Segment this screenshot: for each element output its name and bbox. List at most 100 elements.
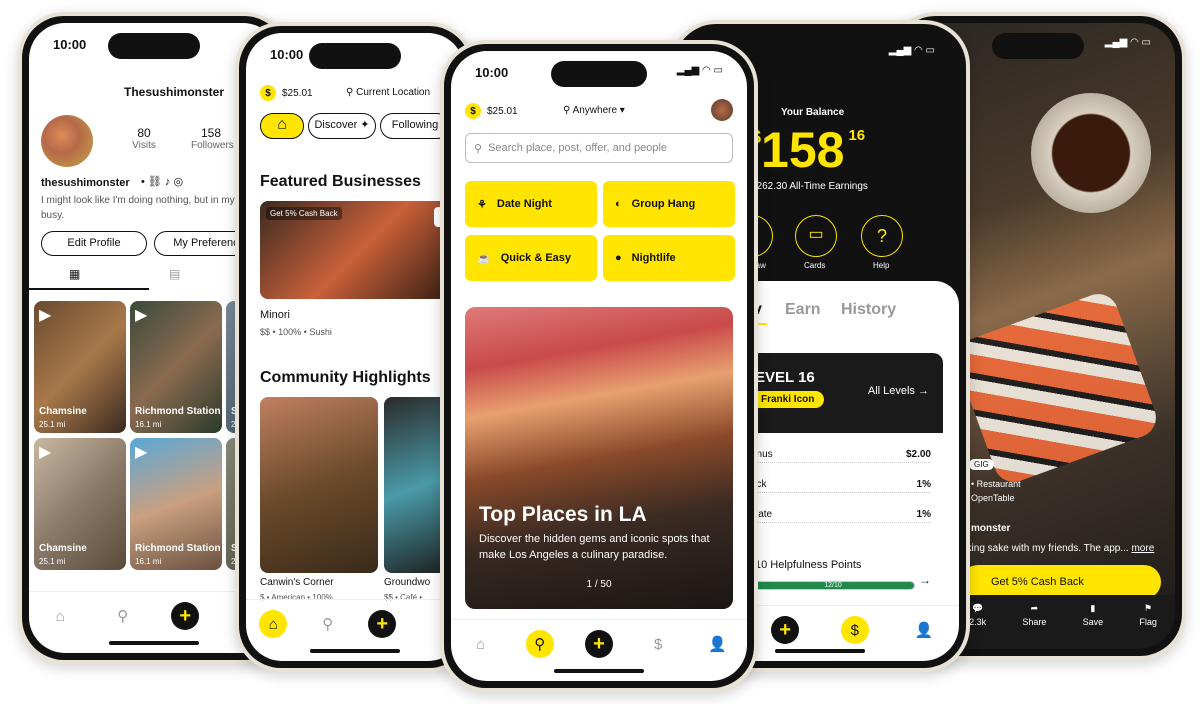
coin-icon: $: [260, 85, 276, 101]
community-title: Community Highlights: [260, 369, 431, 386]
coin-icon: $: [465, 103, 481, 119]
tab-earn[interactable]: Earn: [785, 301, 821, 319]
all-time-earnings: $262.30 All-Time Earnings: [751, 181, 868, 192]
level-badge: Franki Icon: [751, 391, 825, 408]
group-icon: ◐: [615, 198, 622, 210]
followers-count: 158: [200, 126, 222, 140]
post-tile[interactable]: ▶ Richmond Station 16.1 mi: [130, 301, 222, 433]
featured-meta: $$ • 100% • Sushi: [260, 327, 332, 337]
points-label: 10 Helpfulness Points: [755, 559, 862, 571]
profile-icon[interactable]: 👤: [703, 630, 731, 658]
add-button[interactable]: +: [171, 602, 200, 630]
featured-name[interactable]: Minori: [260, 309, 290, 321]
avatar[interactable]: [711, 99, 733, 121]
progress-bar: 12/10: [751, 581, 915, 590]
social-icons[interactable]: • ⛓ ♪ ◎: [141, 175, 183, 188]
play-icon: ▶: [135, 444, 148, 461]
tab-history[interactable]: History: [841, 301, 896, 319]
cards-button[interactable]: ▭: [795, 215, 837, 257]
play-icon: ▶: [135, 307, 148, 324]
soy-sauce-bowl: [1031, 93, 1151, 213]
comment-icon: 💬: [972, 603, 984, 613]
post-tile[interactable]: ▶ Chamsine 25.1 mi: [34, 301, 126, 433]
cashback-button[interactable]: Get 5% Cash Back: [961, 565, 1161, 599]
search-icon[interactable]: ⚲: [525, 630, 554, 658]
hero-card[interactable]: Top Places in LA Discover the hidden gem…: [465, 307, 733, 609]
arrow-right-icon[interactable]: →: [919, 573, 931, 587]
visits-count: 80: [137, 126, 151, 140]
search-icon[interactable]: ⚲: [109, 602, 137, 630]
location-selector[interactable]: ⚲ Anywhere ▾: [563, 105, 625, 116]
play-icon: ▶: [39, 444, 52, 461]
save-button[interactable]: ▮ Save: [1083, 603, 1104, 649]
add-button[interactable]: +: [368, 610, 397, 638]
comments-button[interactable]: 💬 2.3k: [969, 603, 986, 649]
post-tile[interactable]: ▶ Richmond Station 16.1 mi: [130, 438, 222, 570]
cashback-badge: Get 5% Cash Back: [266, 207, 342, 220]
level-title: EVEL 16: [755, 369, 815, 386]
category-group-hang[interactable]: ◐ Group Hang: [603, 181, 735, 227]
home-icon[interactable]: ⌂: [467, 630, 495, 658]
row-value: 1%: [916, 479, 931, 490]
balance-cents: 16: [848, 127, 866, 144]
followers-label: Followers: [191, 140, 234, 151]
row-value: 1%: [916, 509, 931, 520]
location-selector[interactable]: ⚲ Current Location: [346, 87, 430, 98]
more-link[interactable]: more: [1131, 543, 1154, 554]
flag-button[interactable]: ⚑ Flag: [1139, 603, 1157, 649]
community-name[interactable]: Groundwo: [384, 577, 430, 588]
add-button[interactable]: +: [771, 616, 800, 644]
home-chip[interactable]: ⌂: [260, 113, 304, 139]
discover-chip[interactable]: Discover ✦: [308, 113, 376, 139]
phone-home: 10:00 ▂▄▆ ◠ ▭ $ $25.01 ⚲ Anywhere ▾ ⚲ Sear…: [440, 40, 758, 692]
home-icon[interactable]: ⌂: [46, 602, 74, 630]
balloons-icon: ⚘: [477, 198, 487, 211]
search-input[interactable]: ⚲ Search place, post, offer, and people: [465, 133, 733, 163]
status-time: 10:00: [53, 37, 87, 52]
post-category: • Restaurant: [971, 479, 1021, 489]
wallet-icon[interactable]: $: [644, 630, 672, 658]
flag-icon: ⚑: [1144, 603, 1153, 613]
play-icon: ▶: [39, 307, 52, 324]
row-value: $2.00: [905, 449, 931, 460]
status-time: 10:00: [475, 65, 509, 80]
post-tile[interactable]: ▶ Chamsine 25.1 mi: [34, 438, 126, 570]
community-name[interactable]: Canwin's Corner: [260, 577, 334, 588]
add-button[interactable]: +: [584, 630, 613, 658]
status-icons: ▂▄▆ ◠ ▭: [676, 65, 723, 76]
bio: I might look like I'm doing nothing, but…: [41, 195, 235, 221]
home-icon[interactable]: ⌂: [259, 610, 288, 638]
visits-label: Visits: [132, 140, 156, 151]
hero-title: Top Places in LA: [479, 503, 647, 526]
question-icon: ?: [876, 226, 887, 246]
post-source: OpenTable: [971, 493, 1015, 503]
status-icons: ▂▄▆ ◠ ▭: [888, 45, 935, 56]
search-icon: ⚲: [474, 142, 483, 155]
status-time: 10:00: [270, 47, 304, 62]
hero-description: Discover the hidden gems and iconic spot…: [479, 533, 710, 561]
hero-pager: 1 / 50: [586, 579, 612, 590]
community-image[interactable]: [260, 397, 378, 573]
progress-fill: 12/10: [752, 582, 914, 589]
featured-image[interactable]: Get 5% Cash Back +: [260, 201, 460, 299]
category-quick-easy[interactable]: ☕ Quick & Easy: [465, 235, 597, 281]
avatar[interactable]: [41, 115, 93, 167]
wallet-icon[interactable]: $: [840, 616, 869, 644]
share-icon: ➦: [1030, 603, 1039, 613]
help-label: Help: [873, 261, 890, 270]
post-author[interactable]: monster: [971, 523, 1010, 534]
grid-view-icon[interactable]: ▦: [69, 267, 80, 281]
help-button[interactable]: ?: [861, 215, 903, 257]
profile-icon[interactable]: 👤: [910, 616, 938, 644]
share-button[interactable]: ➦ Share: [1022, 603, 1046, 649]
edit-profile-button[interactable]: Edit Profile: [41, 231, 147, 256]
username: thesushimonster: [41, 177, 130, 189]
list-view-icon[interactable]: ▤: [169, 267, 180, 281]
sushi-image: [950, 288, 1162, 488]
category-date-night[interactable]: ⚘ Date Night: [465, 181, 597, 227]
card-icon: ▭: [808, 226, 824, 243]
category-nightlife[interactable]: ● Nightlife: [603, 235, 735, 281]
all-levels-link[interactable]: All Levels →: [868, 385, 929, 397]
featured-title: Featured Businesses: [260, 173, 421, 190]
search-icon[interactable]: ⚲: [314, 610, 342, 638]
